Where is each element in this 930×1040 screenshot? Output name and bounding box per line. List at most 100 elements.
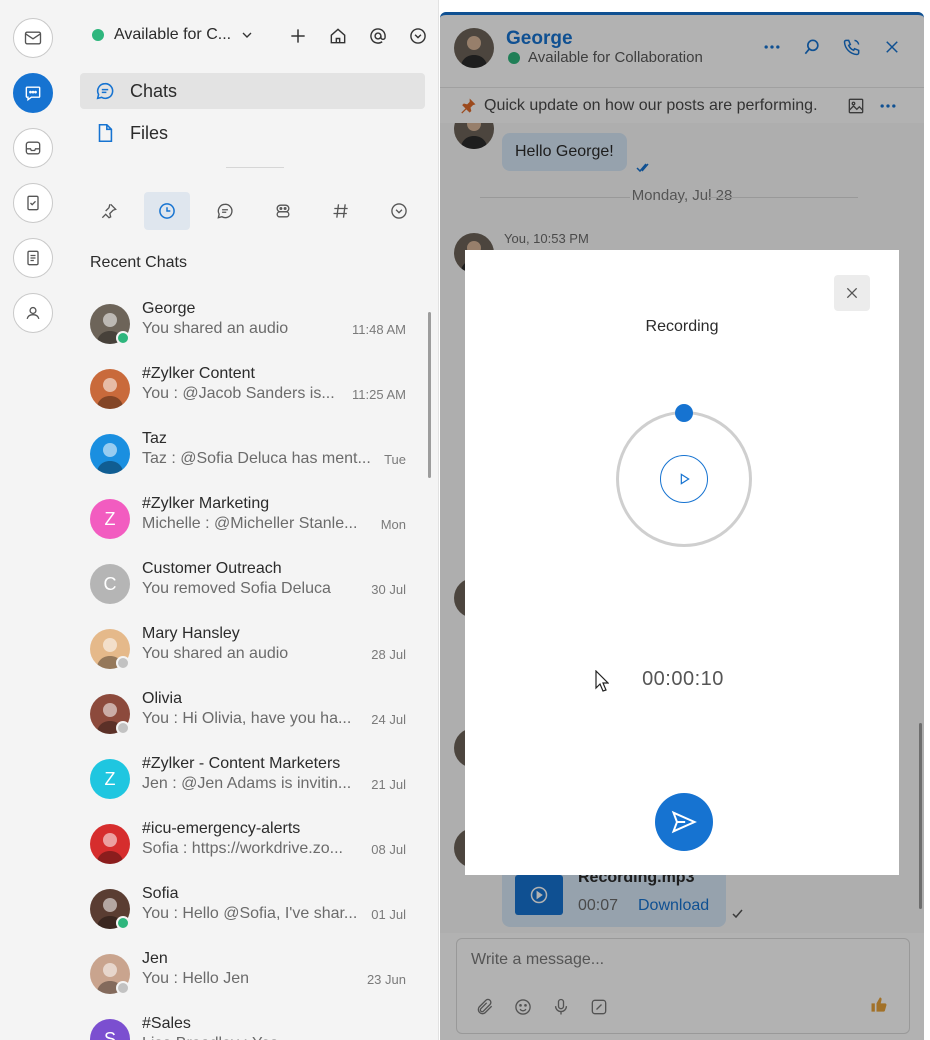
chat-time: 28 Jul — [371, 647, 406, 662]
mentions-button[interactable] — [358, 22, 398, 50]
avatar — [90, 369, 130, 409]
progress-knob[interactable] — [675, 404, 693, 422]
chat-sidebar: Available for C... Chats Files Recent Ch… — [66, 0, 439, 1040]
play-icon — [680, 473, 690, 485]
dialog-title: Recording — [645, 318, 719, 335]
chat-time: 01 Jul — [371, 907, 406, 922]
chat-preview: You removed Sofia Deluca — [142, 580, 331, 597]
chat-time: 11:48 AM — [352, 322, 406, 337]
chat-list-item[interactable]: C Customer Outreach You removed Sofia Delu… — [66, 550, 424, 615]
home-icon — [330, 28, 346, 44]
chat-time: 24 Jul — [371, 712, 406, 727]
close-dialog-button[interactable] — [834, 275, 870, 311]
new-chat-button[interactable] — [278, 22, 318, 50]
chevron-down-icon — [242, 32, 252, 38]
close-icon — [846, 287, 858, 299]
sidebar-scrollbar[interactable] — [428, 312, 431, 478]
chat-time: Mon — [380, 517, 406, 532]
chat-name: Customer Outreach — [142, 560, 282, 577]
chat-list-item[interactable]: Z #Zylker Marketing Michelle : @Micheller … — [66, 485, 424, 550]
chat-preview: You : Hi Olivia, have you ha... — [142, 710, 352, 727]
chat-rail-button[interactable] — [13, 73, 53, 113]
filter-channels[interactable] — [318, 192, 364, 230]
presence-indicator — [116, 656, 130, 670]
nav-chats[interactable]: Chats — [80, 73, 425, 109]
filter-direct[interactable] — [202, 192, 248, 230]
chat-preview: You : Hello @Sofia, I've shar... — [142, 905, 358, 922]
chat-name: Sofia — [142, 885, 179, 902]
contacts-rail-button[interactable] — [13, 293, 53, 333]
chat-name: George — [142, 300, 196, 317]
chat-name: #Sales — [142, 1015, 191, 1032]
chat-list-item[interactable]: Mary Hansley You shared an audio 28 Jul — [66, 615, 424, 680]
chat-list-item[interactable]: Sofia You : Hello @Sofia, I've shar... 01 … — [66, 875, 424, 940]
chat-time: 08 Jul — [371, 842, 406, 857]
avatar: C — [90, 564, 130, 604]
hash-icon — [333, 204, 348, 218]
chat-time: 30 Jul — [371, 582, 406, 597]
recent-chat-list: George You shared an audio 11:48 AM #Zylker… — [66, 290, 424, 1040]
recording-timer: 00:00:10 — [642, 668, 724, 690]
filter-recent[interactable] — [144, 192, 190, 230]
chat-list-item[interactable]: #icu-emergency-alerts Sofia : https://wor… — [66, 810, 424, 875]
avatar: Z — [90, 499, 130, 539]
inbox-rail-button[interactable] — [13, 128, 53, 168]
notes-icon — [27, 250, 39, 266]
recording-dialog: Recording 00:00:10 — [465, 250, 899, 875]
chat-name: Jen — [142, 950, 168, 967]
chat-preview: You shared an audio — [142, 645, 289, 662]
chat-preview: Jen : @Jen Adams is invitin... — [142, 775, 352, 792]
chat-name: #Zylker Marketing — [142, 495, 270, 512]
chat-time: Tue — [384, 452, 406, 467]
avatar: Z — [90, 759, 130, 799]
chat-preview: Taz : @Sofia Deluca has ment... — [142, 450, 371, 467]
more-menu-button[interactable] — [398, 22, 438, 50]
plus-icon — [291, 29, 305, 43]
mail-icon — [24, 31, 42, 45]
chat-time: 21 Jul — [371, 777, 406, 792]
chat-list-item[interactable]: Jen You : Hello Jen 23 Jun — [66, 940, 424, 1005]
chat-list-item[interactable]: George You shared an audio 11:48 AM — [66, 290, 424, 355]
filter-pinned[interactable] — [86, 192, 132, 230]
chat-name: Mary Hansley — [142, 625, 240, 642]
chat-name: Olivia — [142, 690, 183, 707]
chat-icon — [25, 86, 41, 102]
home-button[interactable] — [318, 22, 358, 50]
chat-list-item[interactable]: #Zylker Content You : @Jacob Sanders is..… — [66, 355, 424, 420]
divider — [226, 167, 284, 168]
filter-more[interactable] — [376, 192, 422, 230]
chat-preview: You shared an audio — [142, 320, 289, 337]
notes-rail-button[interactable] — [13, 238, 53, 278]
pin-icon — [101, 203, 117, 219]
sidebar-toolbar — [278, 22, 438, 50]
chat-list-item[interactable]: Taz Taz : @Sofia Deluca has ment... Tue — [66, 420, 424, 485]
chat-preview: You : @Jacob Sanders is... — [142, 385, 335, 402]
status-selector[interactable]: Available for C... — [92, 22, 255, 48]
chat-list-item[interactable]: Olivia You : Hi Olivia, have you ha... 24 … — [66, 680, 424, 745]
nav-chats-label: Chats — [130, 80, 178, 101]
tasks-icon — [27, 195, 39, 211]
presence-indicator — [116, 331, 130, 345]
chat-list-item[interactable]: Z #Zylker - Content Marketers Jen : @Jen A… — [66, 745, 424, 810]
avatar — [90, 434, 130, 474]
chat-preview: Sofia : https://workdrive.zo... — [142, 840, 343, 857]
chat-list-item[interactable]: S#SalesLisa Broadley : Yes20 Jun — [66, 1005, 424, 1040]
chat-name: #Zylker - Content Marketers — [142, 755, 341, 772]
tasks-rail-button[interactable] — [13, 183, 53, 223]
nav-files[interactable]: Files — [80, 115, 425, 151]
presence-indicator — [116, 981, 130, 995]
mail-rail-button[interactable] — [13, 18, 53, 58]
preview-play-button[interactable] — [660, 455, 708, 503]
chat-name: #icu-emergency-alerts — [142, 820, 301, 837]
section-title: Recent Chats — [90, 254, 187, 271]
chat-name: #Zylker Content — [142, 365, 255, 382]
app-rail — [0, 0, 66, 1040]
chat-preview: You : Hello Jen — [142, 970, 250, 987]
send-recording-button[interactable] — [655, 793, 713, 851]
presence-indicator — [116, 721, 130, 735]
chat-bubble-icon — [217, 203, 233, 219]
filter-bots[interactable] — [260, 192, 306, 230]
avatar — [90, 824, 130, 864]
chat-bubble-icon — [96, 82, 114, 100]
avatar: S — [90, 1019, 130, 1040]
